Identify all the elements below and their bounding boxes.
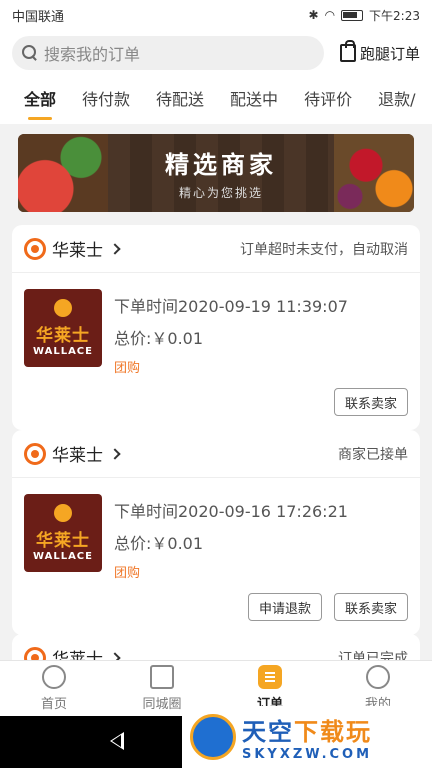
order-status: 订单超时未支付，自动取消 bbox=[240, 241, 408, 258]
nav-city-label: 同城圈 bbox=[142, 697, 182, 712]
shop-name[interactable]: 华莱士 bbox=[52, 441, 103, 466]
order-icon bbox=[258, 665, 282, 689]
watermark-logo-icon bbox=[190, 714, 236, 760]
logo-text-cn: 华莱士 bbox=[36, 531, 90, 551]
request-refund-button[interactable]: 申请退款 bbox=[247, 593, 322, 621]
order-card-body: 华莱士 WALLACE 下单时间2020-09-19 11:39:07 总价:￥… bbox=[12, 273, 420, 376]
order-card-header: 华莱士 订单超时未支付，自动取消 bbox=[12, 225, 420, 273]
banner-title: 精选商家 bbox=[165, 151, 277, 179]
wallace-logo: 华莱士 WALLACE bbox=[24, 289, 102, 367]
featured-merchants-banner[interactable]: 精选商家 精心为您挑选 bbox=[18, 134, 414, 212]
order-card[interactable]: 华莱士 订单超时未支付，自动取消 华莱士 WALLACE 下单时间2020-09… bbox=[12, 225, 420, 430]
order-card-body: 华莱士 WALLACE 下单时间2020-09-16 17:26:21 总价:￥… bbox=[12, 478, 420, 581]
order-total: 总价:￥0.01 bbox=[114, 329, 204, 348]
home-icon bbox=[42, 665, 66, 689]
order-time: 下单时间2020-09-16 17:26:21 bbox=[114, 502, 348, 521]
fruit-image-right bbox=[334, 134, 414, 212]
tab-all[interactable]: 全部 bbox=[24, 76, 56, 124]
errand-orders-button[interactable]: 跑腿订单 bbox=[339, 40, 420, 64]
group-buy-tag: 团购 bbox=[114, 566, 141, 581]
bluetooth-icon: ✱ bbox=[308, 8, 319, 22]
wifi-icon: ◠ bbox=[324, 8, 336, 22]
carrier-label: 中国联通 bbox=[12, 9, 65, 25]
logo-text-cn: 华莱士 bbox=[36, 326, 90, 346]
order-card-header: 华莱士 商家已接单 bbox=[12, 430, 420, 478]
watermark-text: 天空下载玩 SKYXZW.COM bbox=[242, 712, 372, 762]
tab-pending-payment[interactable]: 待付款 bbox=[82, 76, 130, 124]
contact-seller-button[interactable]: 联系卖家 bbox=[333, 593, 408, 621]
tab-pending-review[interactable]: 待评价 bbox=[304, 76, 352, 124]
contact-seller-button[interactable]: 联系卖家 bbox=[333, 388, 408, 416]
tab-refund[interactable]: 退款/ bbox=[378, 76, 415, 124]
fruit-image-left bbox=[18, 134, 108, 212]
banner-text-panel: 精选商家 精心为您挑选 bbox=[108, 134, 334, 212]
status-icons: ✱ ◠ 下午2:23 bbox=[309, 7, 421, 24]
shop-icon bbox=[24, 442, 46, 465]
nav-home-label: 首页 bbox=[40, 697, 67, 712]
logo-text-en: WALLACE bbox=[33, 346, 93, 357]
back-icon[interactable] bbox=[110, 732, 124, 750]
order-actions: 申请退款 联系卖家 bbox=[12, 581, 420, 635]
watermark-cn-accent: 下载玩 bbox=[294, 718, 372, 746]
site-watermark: 天空下载玩 SKYXZW.COM bbox=[182, 706, 432, 768]
order-info: 下单时间2020-09-16 17:26:21 总价:￥0.01 团购 bbox=[114, 494, 348, 581]
profile-icon bbox=[366, 665, 390, 689]
shop-icon bbox=[24, 237, 46, 260]
logo-emblem bbox=[54, 504, 72, 522]
wallace-logo: 华莱士 WALLACE bbox=[24, 494, 102, 572]
watermark-cn-main: 天空 bbox=[242, 718, 294, 746]
logo-text-en: WALLACE bbox=[33, 551, 93, 562]
tab-pending-delivery[interactable]: 待配送 bbox=[156, 76, 204, 124]
order-card[interactable]: 华莱士 商家已接单 华莱士 WALLACE 下单时间2020-09-16 17:… bbox=[12, 430, 420, 635]
order-time: 下单时间2020-09-19 11:39:07 bbox=[114, 297, 348, 316]
order-tabs: 全部 待付款 待配送 配送中 待评价 退款/ bbox=[0, 76, 432, 124]
clock-label: 下午2:23 bbox=[369, 8, 420, 23]
tab-delivering[interactable]: 配送中 bbox=[230, 76, 278, 124]
order-total: 总价:￥0.01 bbox=[114, 534, 204, 553]
errand-orders-label: 跑腿订单 bbox=[359, 44, 420, 63]
watermark-en: SKYXZW.COM bbox=[242, 747, 373, 762]
order-actions: 联系卖家 bbox=[12, 376, 420, 430]
shop-name[interactable]: 华莱士 bbox=[52, 236, 103, 261]
search-icon bbox=[22, 45, 38, 61]
nav-home[interactable]: 首页 bbox=[0, 661, 108, 716]
group-buy-tag: 团购 bbox=[114, 361, 141, 376]
search-input[interactable]: 搜索我的订单 bbox=[12, 36, 324, 70]
chevron-right-icon bbox=[109, 242, 121, 255]
chevron-right-icon bbox=[109, 447, 121, 460]
status-bar: 中国联通 ✱ ◠ 下午2:23 bbox=[0, 0, 432, 30]
bag-icon bbox=[339, 40, 356, 62]
watermark-cn: 天空下载玩 bbox=[242, 712, 372, 747]
logo-emblem bbox=[54, 299, 72, 317]
order-info: 下单时间2020-09-19 11:39:07 总价:￥0.01 团购 bbox=[114, 289, 348, 376]
banner-subtitle: 精心为您挑选 bbox=[178, 186, 263, 200]
order-status: 商家已接单 bbox=[338, 446, 408, 463]
city-icon bbox=[150, 665, 174, 689]
search-row: 搜索我的订单 跑腿订单 bbox=[0, 30, 432, 76]
search-placeholder: 搜索我的订单 bbox=[44, 45, 141, 64]
battery-icon bbox=[341, 9, 364, 21]
